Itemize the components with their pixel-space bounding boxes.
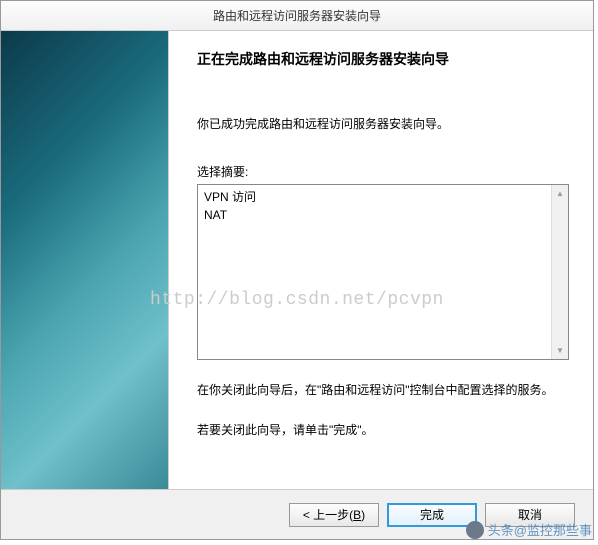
finish-button[interactable]: 完成 — [387, 503, 477, 527]
cancel-button[interactable]: 取消 — [485, 503, 575, 527]
scroll-down-icon[interactable]: ▼ — [552, 342, 568, 359]
scrollbar[interactable]: ▲ ▼ — [551, 185, 568, 359]
dialog-title: 路由和远程访问服务器安装向导 — [213, 7, 381, 24]
back-button[interactable]: < 上一步(B) — [289, 503, 379, 527]
instruction-text-1: 在你关闭此向导后，在"路由和远程访问"控制台中配置选择的服务。 — [197, 380, 569, 400]
summary-label: 选择摘要: — [197, 163, 569, 180]
summary-content: VPN 访问 NAT — [198, 185, 551, 359]
content-panel: 正在完成路由和远程访问服务器安装向导 你已成功完成路由和远程访问服务器安装向导。… — [169, 31, 593, 489]
scroll-up-icon[interactable]: ▲ — [552, 185, 568, 202]
wizard-side-image — [1, 31, 169, 489]
wizard-dialog: 路由和远程访问服务器安装向导 正在完成路由和远程访问服务器安装向导 你已成功完成… — [0, 0, 594, 540]
titlebar: 路由和远程访问服务器安装向导 — [1, 1, 593, 31]
summary-listbox[interactable]: VPN 访问 NAT ▲ ▼ — [197, 184, 569, 360]
list-item[interactable]: NAT — [204, 206, 545, 224]
success-message: 你已成功完成路由和远程访问服务器安装向导。 — [197, 115, 569, 133]
page-heading: 正在完成路由和远程访问服务器安装向导 — [197, 49, 569, 69]
instruction-text-2: 若要关闭此向导，请单击"完成"。 — [197, 420, 569, 440]
body-area: 正在完成路由和远程访问服务器安装向导 你已成功完成路由和远程访问服务器安装向导。… — [1, 31, 593, 489]
list-item[interactable]: VPN 访问 — [204, 188, 545, 206]
button-bar: < 上一步(B) 完成 取消 — [1, 489, 593, 539]
